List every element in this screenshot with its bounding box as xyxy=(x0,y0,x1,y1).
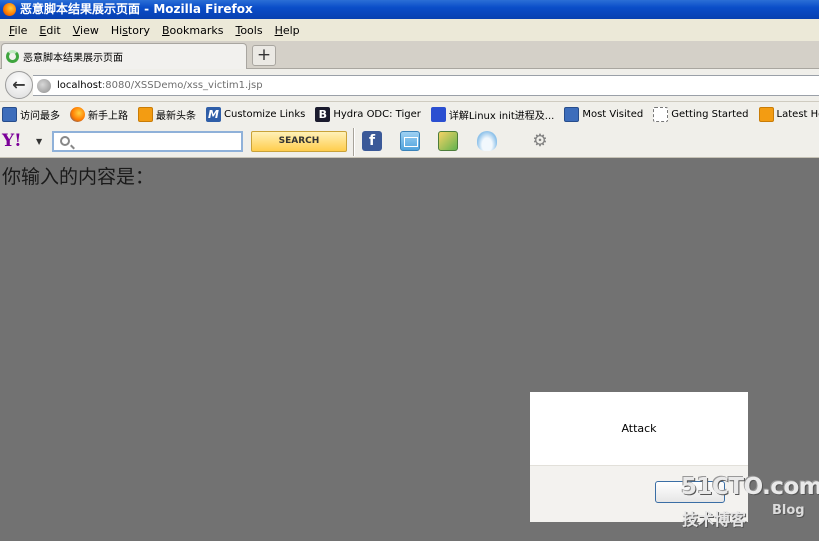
menu-accelerator: E xyxy=(39,23,47,37)
new-tab-button[interactable]: + xyxy=(252,45,276,66)
yahoo-toolbar: Y! ▼ SEARCH f ⚙ xyxy=(0,126,819,158)
bookmark-label: Most Visited xyxy=(582,108,644,120)
bookmark-item[interactable]: B Hydra ODC: Tiger xyxy=(315,106,421,122)
tab-title: 恶意脚本结果展示页面 xyxy=(23,53,123,64)
back-arrow-icon: ← xyxy=(12,75,26,94)
blank-page-icon xyxy=(653,106,669,122)
notepad-icon[interactable] xyxy=(438,131,458,151)
yahoo-search-box xyxy=(52,131,243,152)
bookmark-label: 最新头条 xyxy=(156,110,196,122)
firefox-icon xyxy=(70,106,85,122)
url-path: :8080/XSSDemo/xss_victim1.jsp xyxy=(101,80,263,91)
bookmark-item[interactable]: 新手上路 xyxy=(70,106,128,122)
menu-history[interactable]: History xyxy=(105,24,156,37)
menu-bar: File Edit View History Bookmarks Tools H… xyxy=(0,19,819,41)
b-letter-icon: B xyxy=(315,106,331,122)
mail-icon[interactable] xyxy=(400,131,420,151)
bookmark-label: 详解Linux init进程及... xyxy=(448,110,555,122)
bookmark-item[interactable]: Most Visited xyxy=(564,106,644,122)
paw-icon xyxy=(430,106,446,122)
rss-feed-icon xyxy=(138,106,153,122)
watermark-main: 51CTO.com xyxy=(681,474,819,500)
menu-accelerator: H xyxy=(274,23,283,37)
bookmark-item[interactable]: 访问最多 xyxy=(2,106,60,122)
back-button[interactable]: ← xyxy=(5,71,33,99)
site-watermark: 51CTO.com 技术博客 Blog xyxy=(681,474,819,532)
url-host: localhost xyxy=(57,80,102,91)
alert-message-area: Attack xyxy=(530,392,748,466)
window-title-bar: 恶意脚本结果展示页面 - Mozilla Firefox xyxy=(0,0,819,19)
bookmarks-bar: 访问最多 新手上路 最新头条 M Customize Links B Hydra O… xyxy=(0,102,819,126)
menu-help[interactable]: Help xyxy=(269,24,306,37)
page-body-text: 你输入的内容是： xyxy=(2,166,155,188)
facebook-icon[interactable]: f xyxy=(362,131,382,151)
gear-icon[interactable]: ⚙ xyxy=(530,131,550,151)
loading-spinner-icon xyxy=(6,50,19,63)
menu-accelerator: s xyxy=(122,23,128,37)
bookmark-item[interactable]: Getting Started xyxy=(653,106,749,122)
menu-edit[interactable]: Edit xyxy=(33,24,66,37)
bookmark-item[interactable]: 最新头条 xyxy=(138,106,196,122)
tab-active[interactable]: 恶意脚本结果展示页面 xyxy=(1,43,247,69)
menu-bookmarks[interactable]: Bookmarks xyxy=(156,24,229,37)
bookmark-label: 新手上路 xyxy=(88,110,128,122)
navigation-bar: localhost:8080/XSSDemo/xss_victim1.jsp ← xyxy=(0,69,819,102)
bookmark-label: 访问最多 xyxy=(20,110,60,122)
yahoo-search-input[interactable] xyxy=(76,134,236,149)
chevron-down-icon[interactable]: ▼ xyxy=(36,137,42,146)
search-icon xyxy=(60,136,70,146)
firefox-logo-icon xyxy=(3,3,16,16)
watermark-blog: Blog xyxy=(772,503,805,518)
menu-view[interactable]: View xyxy=(67,24,105,37)
bookmark-label: Getting Started xyxy=(671,108,749,120)
yahoo-search-button[interactable]: SEARCH xyxy=(251,131,347,152)
globe-icon xyxy=(37,78,51,93)
bookmark-label: Hydra ODC: Tiger xyxy=(333,108,421,120)
bookmark-item[interactable]: Latest He xyxy=(758,106,819,122)
menu-accelerator: F xyxy=(9,23,15,37)
toolbar-separator xyxy=(353,128,355,156)
tab-strip: 恶意脚本结果展示页面 + xyxy=(0,41,819,69)
rss-feed-icon xyxy=(758,106,774,122)
bookmark-item[interactable]: 详解Linux init进程及... xyxy=(430,106,555,122)
menu-accelerator: V xyxy=(72,23,81,37)
window-title: 恶意脚本结果展示页面 - Mozilla Firefox xyxy=(20,2,253,16)
bookmark-item[interactable]: M Customize Links xyxy=(206,106,306,122)
menu-tools[interactable]: Tools xyxy=(229,24,268,37)
most-visited-icon xyxy=(564,106,580,122)
weather-cloud-icon[interactable] xyxy=(477,131,497,151)
url-bar[interactable]: localhost:8080/XSSDemo/xss_victim1.jsp xyxy=(33,75,819,96)
bookmark-label: Latest He xyxy=(776,108,819,120)
alert-message: Attack xyxy=(621,422,657,435)
menu-file[interactable]: File xyxy=(3,24,33,37)
menu-accelerator: B xyxy=(162,23,170,37)
m-letter-icon: M xyxy=(206,106,221,122)
bookmark-label: Customize Links xyxy=(224,108,306,120)
watermark-sub: 技术博客 xyxy=(682,510,747,529)
most-visited-icon xyxy=(2,106,17,122)
yahoo-logo[interactable]: Y! xyxy=(2,133,22,150)
menu-accelerator: T xyxy=(235,23,241,37)
